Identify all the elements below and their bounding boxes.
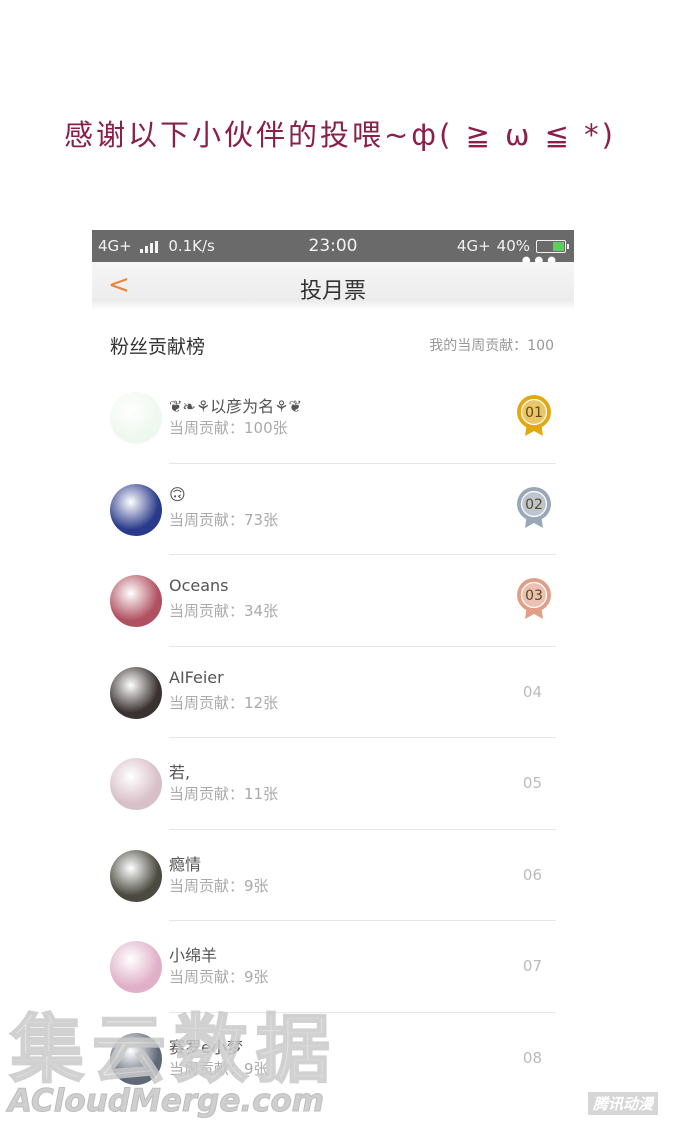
fan-name: ❦❧⚘以彦为名⚘❦ — [169, 397, 302, 416]
network-right-label: 4G+ — [456, 237, 491, 255]
title-bar: < 投月票 — [92, 262, 574, 310]
list-item[interactable]: AIFeier 当周贡献：12张 04 — [92, 647, 574, 738]
avatar[interactable] — [110, 392, 162, 444]
page-title: 投月票 — [299, 279, 366, 304]
avatar[interactable] — [110, 941, 162, 993]
fan-contribution: 当周贡献：100张 — [169, 419, 288, 437]
fan-contribution: 当周贡献：9张 — [169, 968, 269, 986]
battery-icon — [536, 239, 569, 253]
watermark-url: ACloudMerge.com — [7, 1083, 325, 1120]
fan-name: AIFeier — [169, 667, 224, 687]
fan-contribution: 当周贡献：12张 — [169, 693, 279, 712]
fan-name: 若, — [169, 763, 191, 782]
status-right: 4G+ 40% — [456, 237, 569, 255]
avatar[interactable] — [110, 483, 162, 536]
fan-contribution: 当周贡献：73张 — [169, 510, 279, 529]
list-item[interactable]: 瘾情当周贡献：9张 06 — [92, 830, 574, 921]
rank-number: 08 — [522, 1048, 542, 1067]
ranking-header: 粉丝贡献榜 我的当周贡献：100 — [92, 310, 574, 372]
my-contribution: 我的当周贡献：100 — [429, 338, 554, 354]
fan-name: 🙃 — [169, 484, 186, 504]
rank-number: 07 — [522, 957, 542, 975]
watermark-main: 集云数据 — [9, 1006, 338, 1094]
bronze-medal-icon: 03 — [515, 577, 553, 621]
rank-number: 03 — [525, 588, 543, 604]
rank-number: 04 — [522, 682, 542, 701]
ranking-title: 粉丝贡献榜 — [110, 336, 206, 358]
avatar[interactable] — [110, 758, 162, 810]
rank-number: 01 — [525, 405, 543, 421]
fan-contribution: 当周贡献：11张 — [169, 785, 279, 803]
thanks-banner: 感谢以下小伙伴的投喂~ф( ≧ ω ≦ *) — [64, 118, 616, 152]
silver-medal-icon: 02 — [515, 486, 553, 530]
list-item[interactable]: Oceans 当周贡献：34张 03 — [92, 555, 574, 647]
avatar[interactable] — [110, 849, 162, 902]
rank-number: 06 — [522, 865, 542, 884]
avatar[interactable] — [110, 575, 162, 627]
fan-name: 瘾情 — [169, 854, 202, 874]
fan-contribution: 当周贡献：34张 — [169, 602, 279, 620]
fan-name: Oceans — [169, 576, 229, 595]
avatar[interactable] — [110, 666, 162, 719]
fan-name: 小绵羊 — [169, 946, 218, 965]
rank-number: 05 — [522, 774, 542, 792]
gold-medal-icon: 01 — [515, 394, 553, 438]
list-item[interactable]: ❦❧⚘以彦为名⚘❦ 当周贡献：100张 01 — [92, 372, 574, 464]
list-item[interactable]: 若, 当周贡献：11张 05 — [92, 738, 574, 830]
rank-number: 02 — [525, 497, 543, 513]
watermark-brand: 腾讯动漫 — [587, 1092, 658, 1115]
fan-contribution: 当周贡献：9张 — [169, 876, 269, 895]
list-item[interactable]: 🙃 当周贡献：73张 02 — [92, 464, 574, 555]
battery-percent: 40% — [496, 237, 530, 255]
status-bar: 4G+ 0.1K/s 23:00 4G+ 40% ●●● — [92, 230, 574, 266]
